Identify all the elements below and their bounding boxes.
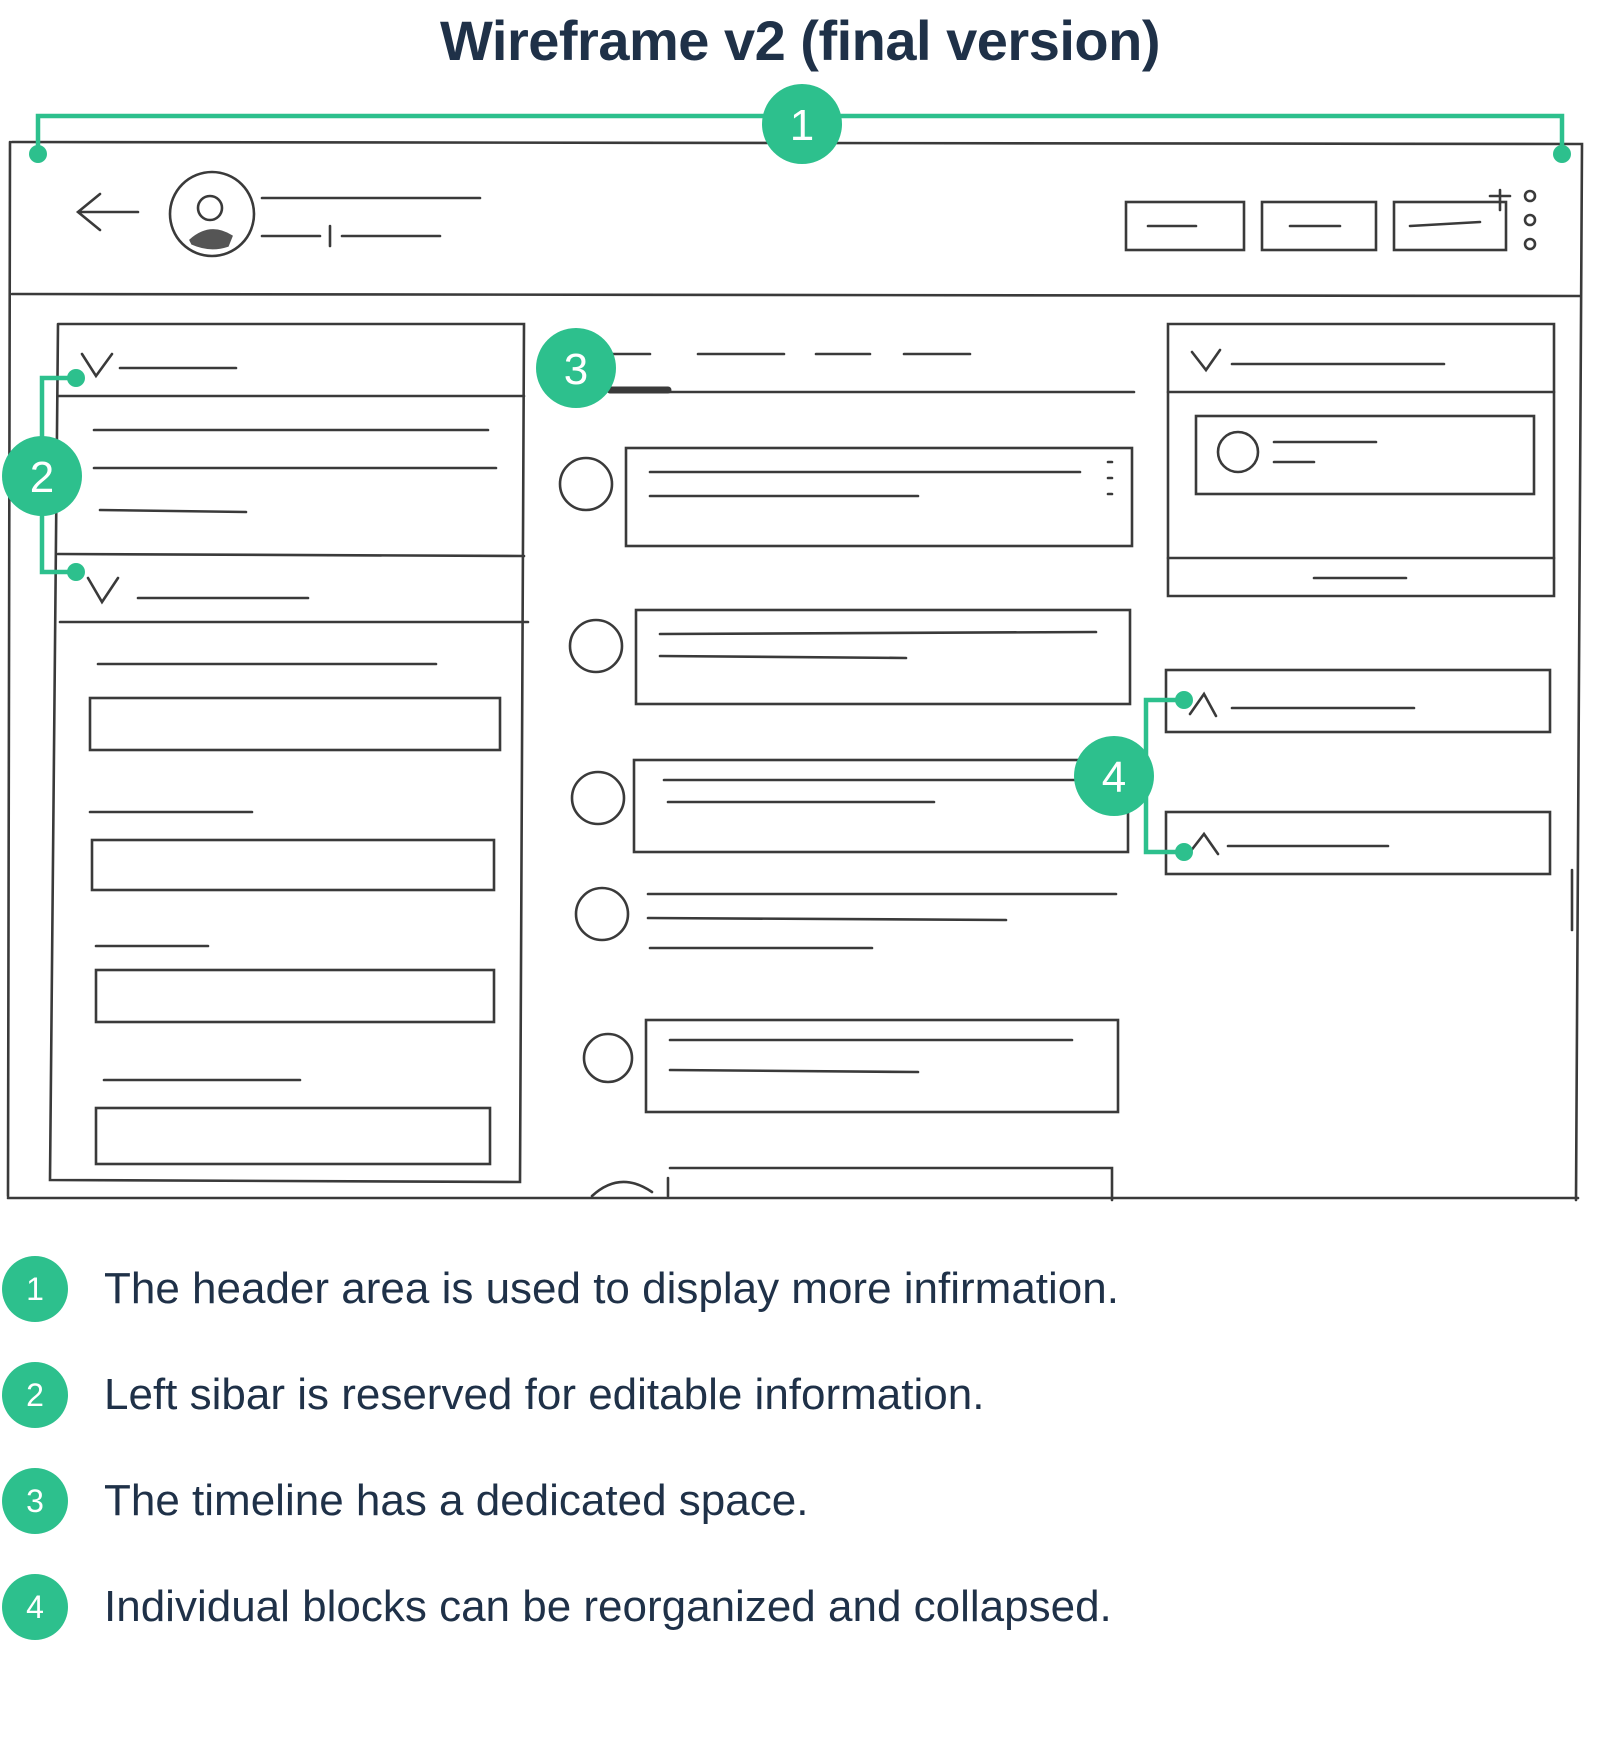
header-divider xyxy=(10,292,1582,298)
timeline-card-6 xyxy=(590,1166,1114,1202)
sidebar-chevron-icon-1 xyxy=(80,352,114,379)
sidebar-field-2 xyxy=(90,838,496,892)
right-chevron-icon xyxy=(1190,348,1222,373)
sidebar-chevron-icon-2 xyxy=(86,576,120,605)
timeline-item-4 xyxy=(646,892,1118,950)
legend-item-1: 1 The header area is used to display mor… xyxy=(0,1250,1600,1330)
right-sidebar xyxy=(1164,322,1574,932)
left-sidebar xyxy=(48,322,530,1184)
legend-badge-4: 4 xyxy=(2,1574,68,1640)
legend-item-3: 3 The timeline has a dedicated space. xyxy=(0,1462,1600,1542)
more-menu-icon xyxy=(1523,189,1537,251)
legend-text-2: Left sibar is reserved for editable info… xyxy=(104,1370,985,1419)
legend-item-2: 2 Left sibar is reserved for editable in… xyxy=(0,1356,1600,1436)
annotation-badge-2: 2 xyxy=(2,436,82,516)
timeline-card-5 xyxy=(644,1018,1120,1114)
svg-text:3: 3 xyxy=(564,345,588,394)
legend-badge-3: 3 xyxy=(2,1468,68,1534)
collapsed-block-2 xyxy=(1164,810,1552,876)
svg-text:2: 2 xyxy=(30,453,54,502)
expand-chevron-icon-1 xyxy=(1188,691,1218,718)
annotation-badge-4: 4 xyxy=(1074,736,1154,816)
annotation-badge-1: 1 xyxy=(762,84,842,164)
header-subtitle-line xyxy=(260,224,442,248)
timeline-card-3 xyxy=(632,758,1130,854)
expand-chevron-icon-2 xyxy=(1188,831,1220,856)
legend-badge-2: 2 xyxy=(2,1362,68,1428)
svg-text:4: 4 xyxy=(1102,753,1126,802)
legend-text-4: Individual blocks can be reorganized and… xyxy=(104,1582,1112,1631)
svg-text:1: 1 xyxy=(790,101,814,150)
legend-text-1: The header area is used to display more … xyxy=(104,1264,1119,1313)
collapsed-block-1 xyxy=(1164,668,1552,734)
sidebar-field-3 xyxy=(94,968,496,1024)
legend-badge-1: 1 xyxy=(2,1256,68,1322)
right-card xyxy=(1194,414,1536,496)
annotation-badge-3: 3 xyxy=(536,328,616,408)
avatar xyxy=(168,170,256,258)
sidebar-field-1 xyxy=(88,696,502,752)
legend-item-4: 4 Individual blocks can be reorganized a… xyxy=(0,1568,1600,1648)
sidebar-field-4 xyxy=(94,1106,492,1166)
timeline-area xyxy=(558,352,1136,1202)
legend-text-3: The timeline has a dedicated space. xyxy=(104,1476,809,1525)
back-arrow-icon xyxy=(75,192,140,232)
wireframe-sketch: 1 2 3 4 xyxy=(2,84,1584,1202)
